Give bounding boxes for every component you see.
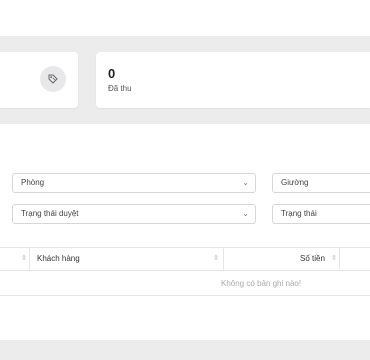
status-select[interactable]: Trạng thái: [272, 204, 370, 224]
approval-status-select[interactable]: Trạng thái duyệt ⌄: [12, 204, 256, 224]
list-panel: [0, 124, 370, 340]
chevron-down-icon: ⌄: [242, 209, 249, 218]
status-select-label: Trạng thái: [281, 209, 317, 218]
column-divider: [339, 248, 340, 270]
sort-icon[interactable]: ⇳: [331, 248, 337, 270]
table-header: ⇳ Khách hàng ⇳ Số tiền ⇳: [0, 247, 370, 271]
column-divider: [29, 248, 30, 270]
empty-message: Không có bản ghi nào!: [221, 279, 302, 288]
bed-select-label: Giường: [281, 178, 309, 187]
col-amount[interactable]: Số tiền: [300, 248, 325, 270]
col-customer[interactable]: Khách hàng: [37, 248, 80, 270]
collected-value: 0: [108, 66, 116, 81]
stat-card-left: [0, 52, 78, 108]
chevron-down-icon: ⌄: [242, 178, 249, 187]
sort-icon[interactable]: ⇳: [213, 248, 219, 270]
collected-label: Đã thu: [108, 84, 132, 93]
approval-status-label: Trạng thái duyệt: [21, 209, 79, 218]
empty-row: Không có bản ghi nào!: [0, 272, 370, 296]
bed-select[interactable]: Giường: [272, 173, 370, 193]
stat-icon-badge: [40, 66, 66, 92]
collected-stat-card: [96, 52, 370, 108]
room-select-label: Phòng: [21, 178, 45, 187]
room-select[interactable]: Phòng ⌄: [12, 173, 256, 193]
column-divider: [223, 248, 224, 270]
sort-icon[interactable]: ⇳: [21, 248, 27, 270]
tag-icon: [48, 74, 58, 84]
top-bar: [0, 0, 370, 36]
